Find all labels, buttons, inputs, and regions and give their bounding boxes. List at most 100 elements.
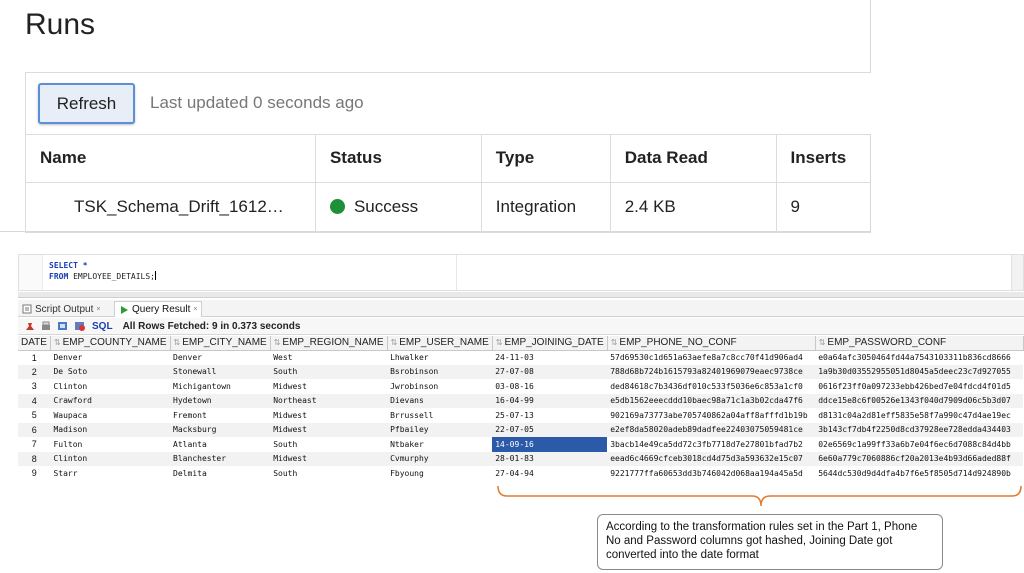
table-row[interactable]: 3 Clinton Michigantown Midwest Jwrobinson 03-…	[18, 379, 1023, 394]
pin-icon[interactable]	[23, 321, 35, 332]
table-row[interactable]: 1 Denver Denver West Lhwalker 24-11-03 57d6953…	[18, 350, 1023, 365]
close-icon[interactable]: ×	[96, 306, 100, 313]
grid-cell[interactable]: Starr	[50, 466, 170, 481]
grid-cell[interactable]: Michigantown	[170, 379, 270, 394]
grid-cell[interactable]: Madison	[50, 422, 171, 437]
grid-cell[interactable]: 902169a73773abe705740862a04aff8afffd1b19…	[607, 408, 815, 423]
grid-cell[interactable]: 0616f23ff0a097233ebb426bed7e04fdcd4f01d5	[815, 379, 1023, 394]
grid-cell[interactable]: 16-04-99	[492, 393, 608, 408]
grid-cell[interactable]: Waupaca	[50, 408, 170, 423]
grid-cell[interactable]: 5644dc530d9d4dfa4b7f6e5f8505d714d924890b	[815, 466, 1023, 481]
column-header-inserts[interactable]: Inserts	[775, 134, 871, 183]
close-icon[interactable]: ×	[193, 306, 197, 313]
column-header-emp-user-name[interactable]: ⇅ EMP_USER_NAME	[387, 336, 493, 351]
grid-cell[interactable]: 27-07-08	[492, 364, 608, 379]
grid-cell[interactable]: De Soto	[50, 364, 171, 379]
grid-cell[interactable]: d8131c04a2d81eff5835e58f7a990c47d4ae19ec	[815, 408, 1023, 423]
grid-cell[interactable]: Dievans	[387, 393, 493, 408]
grid-cell[interactable]: Crawford	[50, 393, 171, 408]
grid-cell[interactable]: 25-07-13	[492, 408, 607, 423]
grid-cell[interactable]: Midwest	[270, 408, 387, 423]
column-header-emp-region-name[interactable]: ⇅ EMP_REGION_NAME	[270, 336, 388, 351]
grid-cell[interactable]: 02e6569c1a99ff33a6b7e04f6ec6d7088c84d4bb	[815, 437, 1023, 452]
column-header-date[interactable]: DATE	[18, 336, 51, 351]
column-header-name[interactable]: Name	[25, 134, 316, 183]
export-icon[interactable]	[74, 321, 86, 332]
grid-cell[interactable]: 6e60a779c7060886cf20a2013e4b93d66aded88f	[815, 451, 1024, 466]
column-header-emp-city-name[interactable]: ⇅ EMP_CITY_NAME	[170, 336, 271, 351]
column-header-data-read[interactable]: Data Read	[609, 134, 777, 183]
grid-cell[interactable]: West	[270, 350, 387, 365]
refresh-grid-icon[interactable]	[57, 321, 69, 332]
grid-cell[interactable]: Clinton	[50, 451, 171, 466]
grid-cell[interactable]: 27-04-94	[492, 466, 607, 481]
grid-cell[interactable]: Midwest	[270, 379, 387, 394]
grid-cell[interactable]: South	[270, 466, 387, 481]
column-header-emp-phone-no-conf[interactable]: ⇅ EMP_PHONE_NO_CONF	[607, 336, 816, 351]
grid-cell[interactable]: e5db1562eeecddd10baec98a71c1a3b02cda47f6	[607, 393, 816, 408]
table-row[interactable]: 7 Fulton Atlanta South Ntbaker 14-09-16 3bacb1…	[18, 437, 1023, 452]
grid-cell[interactable]: Northeast	[270, 393, 388, 408]
run-name-link[interactable]: TSK_Schema_Drift_1612…	[25, 182, 316, 233]
grid-cell[interactable]: Denver	[50, 350, 170, 365]
grid-cell[interactable]: 3b143cf7db4f2250d8cd37928ee728edda434403	[815, 422, 1024, 437]
grid-cell[interactable]: 24-11-03	[492, 350, 607, 365]
grid-cell[interactable]: ded84618c7b3436df010c533f5036e6c853a1cf0	[607, 379, 815, 394]
tab-query-result[interactable]: Query Result ×	[114, 301, 203, 317]
column-header-type[interactable]: Type	[480, 134, 611, 183]
grid-cell[interactable]: Fremont	[170, 408, 270, 423]
table-row[interactable]: 4 Crawford Hydetown Northeast Dievans 16-04-9…	[18, 393, 1024, 408]
column-header-emp-joining-date[interactable]: ⇅ EMP_JOINING_DATE	[492, 336, 608, 351]
grid-cell[interactable]: 03-08-16	[492, 379, 607, 394]
grid-cell[interactable]: Cvmurphy	[387, 451, 493, 466]
grid-cell[interactable]: Denver	[170, 350, 270, 365]
grid-cell[interactable]: Lhwalker	[387, 350, 492, 365]
table-row[interactable]: 9 Starr Delmita South Fbyoung 27-04-94 9221777…	[18, 466, 1023, 481]
tab-script-output[interactable]: Script Output ×	[18, 301, 104, 317]
pane-splitter[interactable]	[18, 292, 1024, 298]
editor-scrollbar[interactable]	[1011, 255, 1023, 290]
grid-cell[interactable]: Hydetown	[170, 393, 271, 408]
grid-cell[interactable]: Fbyoung	[387, 466, 492, 481]
grid-cell[interactable]: 3bacb14e49ca5dd72c3fb7718d7e27801bfad7b2	[607, 437, 815, 452]
grid-cell[interactable]: e2ef8da58020adeb89dadfee22403075059481ce	[607, 422, 816, 437]
grid-cell[interactable]: Midwest	[270, 422, 388, 437]
grid-cell[interactable]: Clinton	[50, 379, 170, 394]
sql-editor[interactable]: SELECT * FROM EMPLOYEE_DETAILS;	[18, 254, 1024, 291]
grid-cell[interactable]: 1a9b30d03552955051d8045a5deec23c7d927055	[815, 364, 1024, 379]
sql-button[interactable]: SQL	[92, 321, 113, 332]
table-row[interactable]: 5 Waupaca Fremont Midwest Brrussell 25-07-13 9…	[18, 408, 1023, 423]
grid-cell[interactable]: e0a64afc3050464fd44a7543103311b836cd8666	[815, 350, 1023, 365]
grid-cell[interactable]: eead6c4669cfceb3018cd4d75d3a593632e15c07	[607, 451, 816, 466]
column-header-emp-county-name[interactable]: ⇅ EMP_COUNTY_NAME	[50, 336, 171, 351]
grid-cell[interactable]: 788d68b724b1615793a82401969079eaec9738ce	[607, 364, 816, 379]
grid-cell[interactable]: Macksburg	[170, 422, 271, 437]
grid-cell[interactable]: Jwrobinson	[387, 379, 492, 394]
grid-cell[interactable]: South	[270, 437, 387, 452]
column-header-emp-password-conf[interactable]: ⇅ EMP_PASSWORD_CONF	[815, 336, 1024, 351]
grid-cell[interactable]: Bsrobinson	[387, 364, 493, 379]
table-row[interactable]: TSK_Schema_Drift_1612… Success Integrati…	[25, 182, 871, 233]
grid-cell[interactable]: 14-09-16	[492, 437, 608, 452]
grid-cell[interactable]: ddce15e8c6f00526e1343f040d7909d06c5b3d07	[815, 393, 1024, 408]
grid-cell[interactable]: Blanchester	[170, 451, 271, 466]
grid-cell[interactable]: South	[270, 364, 388, 379]
grid-cell[interactable]: Ntbaker	[387, 437, 492, 452]
grid-cell[interactable]: Brrussell	[387, 408, 492, 423]
grid-cell[interactable]: Atlanta	[170, 437, 270, 452]
grid-cell[interactable]: 57d69530c1d651a63aefe8a7c8cc70f41d906ad4	[607, 350, 815, 365]
print-icon[interactable]	[40, 321, 52, 332]
refresh-button[interactable]: Refresh	[38, 83, 135, 124]
grid-cell[interactable]: 22-07-05	[492, 422, 608, 437]
table-row[interactable]: 8 Clinton Blanchester Midwest Cvmurphy 28-01-…	[18, 451, 1024, 466]
table-row[interactable]: 2 De Soto Stonewall South Bsrobinson 27-07-08…	[18, 364, 1024, 379]
table-row[interactable]: 6 Madison Macksburg Midwest Pfbailey 22-07-05…	[18, 422, 1024, 437]
grid-cell[interactable]: 28-01-83	[492, 451, 608, 466]
grid-cell[interactable]: Pfbailey	[387, 422, 493, 437]
grid-cell[interactable]: Stonewall	[170, 364, 271, 379]
grid-cell[interactable]: Delmita	[170, 466, 270, 481]
grid-cell[interactable]: Midwest	[270, 451, 388, 466]
grid-cell[interactable]: 9221777ffa60653dd3b746042d068aa194a45a5d	[607, 466, 815, 481]
column-header-status[interactable]: Status	[314, 134, 482, 183]
grid-cell[interactable]: Fulton	[50, 437, 170, 452]
